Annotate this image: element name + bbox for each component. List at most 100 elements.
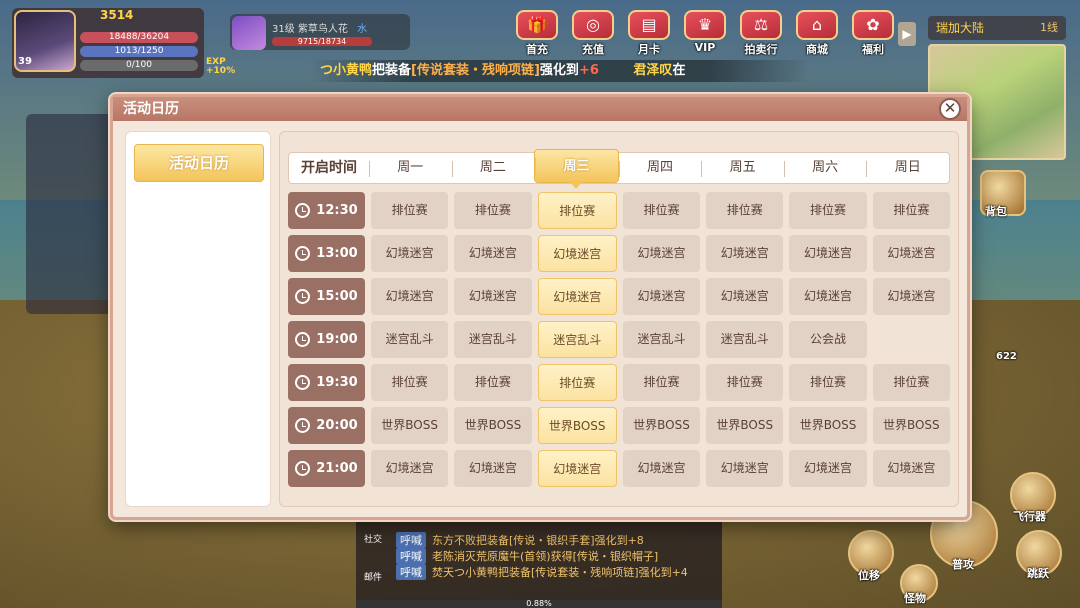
experience-footer: 0.88%: [356, 600, 722, 608]
monster-label: 怪物: [904, 592, 926, 605]
announce-text: 把装备: [372, 63, 412, 78]
event-cell[interactable]: 幻境迷宫: [706, 450, 784, 487]
event-cell[interactable]: 幻境迷宫: [706, 235, 784, 272]
bag-icon: ✿: [852, 10, 894, 40]
event-cell[interactable]: 幻境迷宫: [872, 278, 950, 315]
event-cell[interactable]: 幻境迷宫: [537, 278, 617, 315]
event-cell[interactable]: 幻境迷宫: [454, 278, 532, 315]
dialog-title: 活动日历: [123, 101, 179, 117]
tab-friday[interactable]: 周五: [701, 153, 784, 183]
event-cell[interactable]: 迷宫乱斗: [537, 321, 617, 358]
menu-label: 月卡: [638, 43, 660, 56]
menu-welfare[interactable]: ✿ 福利: [848, 10, 898, 57]
tab-tuesday[interactable]: 周二: [451, 153, 535, 183]
event-cell[interactable]: 幻境迷宫: [371, 450, 449, 487]
event-cell[interactable]: 幻境迷宫: [872, 235, 950, 272]
event-cell[interactable]: 幻境迷宫: [454, 450, 532, 487]
event-cell[interactable]: 公会战: [789, 321, 867, 358]
time-cell: 12:30: [288, 192, 365, 229]
clock-icon: [295, 418, 311, 433]
event-cell[interactable]: 世界BOSS: [622, 407, 701, 444]
mail-button[interactable]: 邮件: [364, 570, 382, 583]
crown-icon: ♛: [684, 10, 726, 40]
event-cell[interactable]: 幻境迷宫: [789, 235, 867, 272]
event-cell[interactable]: 排位赛: [872, 192, 950, 229]
event-cell[interactable]: 迷宫乱斗: [706, 321, 784, 358]
tab-monday[interactable]: 周一: [369, 153, 452, 183]
time-cell: 15:00: [288, 278, 365, 315]
event-cell[interactable]: 世界BOSS: [789, 407, 867, 444]
event-cell[interactable]: 幻境迷宫: [622, 450, 701, 487]
event-cell[interactable]: 排位赛: [537, 192, 617, 229]
menu-label: 充值: [582, 43, 604, 56]
chat-message: 呼喊 老陈消灭荒原魔牛(首领)获得[传说・银织帽子]: [396, 548, 658, 564]
event-cell[interactable]: 排位赛: [872, 364, 950, 401]
aircraft-label: 飞行器: [1013, 510, 1046, 523]
jump-label: 跳跃: [1027, 567, 1049, 580]
event-cell[interactable]: 世界BOSS: [872, 407, 950, 444]
event-cell[interactable]: 幻境迷宫: [537, 235, 617, 272]
quest-panel[interactable]: [26, 114, 116, 314]
event-cell[interactable]: 世界BOSS: [537, 407, 617, 444]
event-cell[interactable]: 排位赛: [789, 364, 867, 401]
menu-vip[interactable]: ♛ VIP: [680, 10, 730, 57]
event-cell[interactable]: 迷宫乱斗: [371, 321, 449, 358]
event-cell[interactable]: 幻境迷宫: [789, 450, 867, 487]
menu-label: 首充: [526, 43, 548, 56]
event-cell[interactable]: 排位赛: [622, 192, 701, 229]
dialog-header: 活动日历 ✕: [113, 97, 967, 121]
announce-player: つ小黄鸭: [320, 63, 373, 78]
social-button[interactable]: 社交: [364, 532, 382, 545]
event-cell[interactable]: 排位赛: [706, 364, 784, 401]
scale-icon: ⚖: [740, 10, 782, 40]
event-cell[interactable]: 幻境迷宫: [622, 235, 701, 272]
menu-expand-arrow-icon[interactable]: ▶: [898, 22, 916, 46]
event-cell[interactable]: 幻境迷宫: [706, 278, 784, 315]
header-open-time: 开启时间: [301, 160, 357, 176]
time-label: 13:00: [316, 246, 358, 261]
schedule-row: 13:00 幻境迷宫 幻境迷宫 幻境迷宫 幻境迷宫 幻境迷宫 幻境迷宫 幻境迷宫: [288, 235, 950, 272]
event-cell[interactable]: 幻境迷宫: [622, 278, 701, 315]
event-cell[interactable]: 排位赛: [537, 364, 617, 401]
event-cell[interactable]: 排位赛: [789, 192, 867, 229]
clock-icon: [295, 203, 311, 218]
mp-bar: 1013/1250: [80, 46, 198, 57]
event-cell[interactable]: 世界BOSS: [706, 407, 784, 444]
menu-shop[interactable]: ⌂ 商城: [792, 10, 842, 57]
event-cell[interactable]: 排位赛: [371, 192, 449, 229]
time-label: 19:30: [316, 375, 358, 390]
event-cell[interactable]: 世界BOSS: [454, 407, 532, 444]
event-cell[interactable]: 排位赛: [371, 364, 449, 401]
tab-thursday[interactable]: 周四: [618, 153, 702, 183]
event-cell[interactable]: 排位赛: [622, 364, 701, 401]
tab-saturday[interactable]: 周六: [783, 153, 867, 183]
event-cell[interactable]: 幻境迷宫: [872, 450, 950, 487]
schedule-row: 20:00 世界BOSS 世界BOSS 世界BOSS 世界BOSS 世界BOSS 世界BOS…: [288, 407, 950, 444]
event-cell[interactable]: 幻境迷宫: [371, 235, 449, 272]
coin-icon: ◎: [572, 10, 614, 40]
event-cell[interactable]: 世界BOSS: [371, 407, 449, 444]
menu-auction[interactable]: ⚖ 拍卖行: [736, 10, 786, 57]
chat-tag: 呼喊: [396, 564, 426, 580]
event-cell[interactable]: 幻境迷宫: [789, 278, 867, 315]
close-button[interactable]: ✕: [939, 98, 961, 120]
event-cell[interactable]: 排位赛: [454, 364, 532, 401]
event-cell[interactable]: 幻境迷宫: [537, 450, 617, 487]
event-cell[interactable]: 排位赛: [706, 192, 784, 229]
chat-panel[interactable]: 社交 邮件 呼喊 东方不败把装备[传说・银织手套]强化到+8 呼喊 老陈消灭荒原魔牛…: [356, 522, 722, 600]
menu-recharge[interactable]: ◎ 充值: [568, 10, 618, 57]
menu-monthly-card[interactable]: ▤ 月卡: [624, 10, 674, 57]
region-selector[interactable]: 瑞加大陆 1线: [928, 16, 1066, 40]
target-avatar[interactable]: [232, 16, 266, 50]
tab-sunday[interactable]: 周日: [866, 153, 949, 183]
tab-wednesday[interactable]: 周三: [534, 149, 619, 189]
event-cell[interactable]: 幻境迷宫: [454, 235, 532, 272]
event-cell[interactable]: 幻境迷宫: [371, 278, 449, 315]
event-cell[interactable]: 迷宫乱斗: [622, 321, 701, 358]
event-cell[interactable]: 排位赛: [454, 192, 532, 229]
time-cell: 13:00: [288, 235, 365, 272]
event-cell[interactable]: 迷宫乱斗: [454, 321, 532, 358]
tab-activity-calendar[interactable]: 活动日历: [134, 144, 264, 182]
menu-first-recharge[interactable]: 🎁 首充: [512, 10, 562, 57]
schedule-row: 19:00 迷宫乱斗 迷宫乱斗 迷宫乱斗 迷宫乱斗 迷宫乱斗 公会战: [288, 321, 950, 358]
